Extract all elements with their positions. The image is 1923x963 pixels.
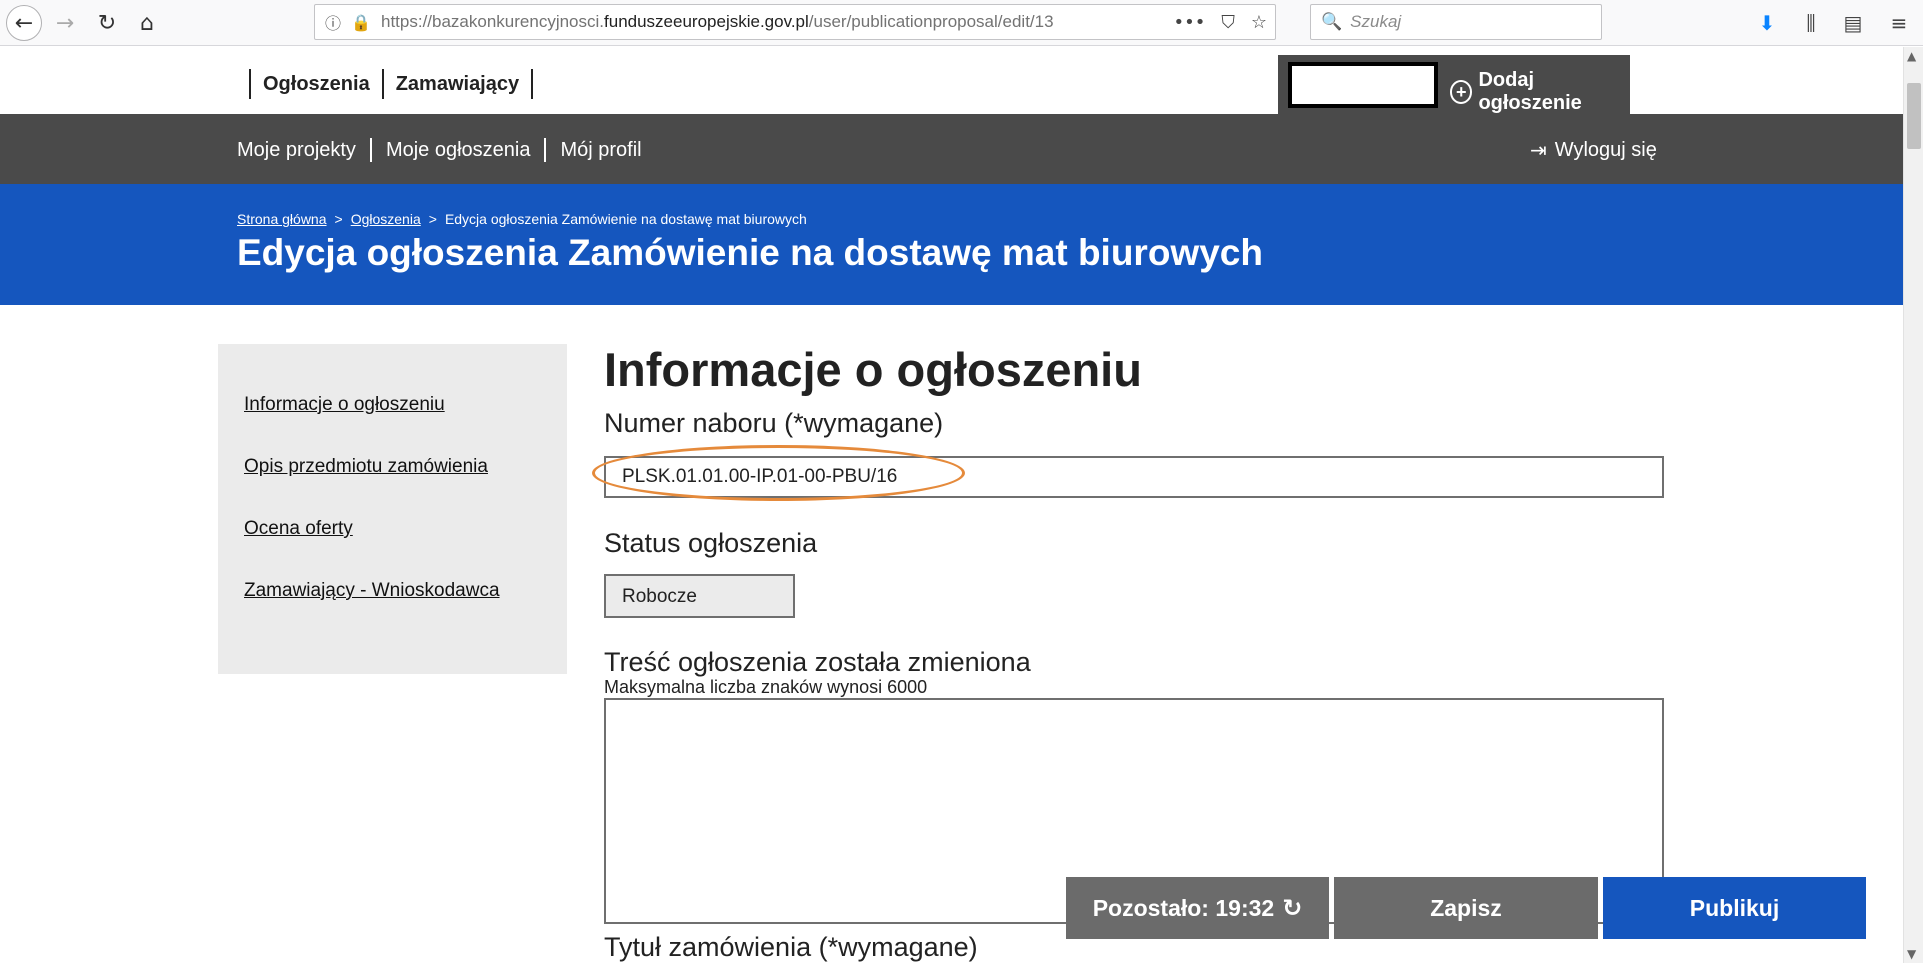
session-timer-button[interactable]: Pozostało: 19:32 ↻ xyxy=(1066,877,1329,939)
numer-naboru-input[interactable]: PLSK.01.01.00-IP.01-00-PBU/16 xyxy=(604,456,1664,498)
page-title: Edycja ogłoszenia Zamówienie na dostawę … xyxy=(237,232,1263,273)
breadcrumb-separator: > xyxy=(334,211,343,227)
breadcrumb: Strona główna > Ogłoszenia > Edycja ogło… xyxy=(237,211,807,227)
reload-icon: ↻ xyxy=(97,10,117,36)
logout-label: Wyloguj się xyxy=(1554,138,1657,161)
add-announcement-label: Dodaj ogłoszenie xyxy=(1478,69,1582,114)
add-announcement-area: + Dodaj ogłoszenie xyxy=(1278,55,1630,114)
save-button[interactable]: Zapisz xyxy=(1334,877,1598,939)
add-announcement-button[interactable]: + Dodaj ogłoszenie xyxy=(1450,69,1630,115)
menu-item-opis-przedmiotu[interactable]: Opis przedmiotu zamówienia xyxy=(244,456,488,478)
char-limit-hint: Maksymalna liczba znaków wynosi 6000 xyxy=(604,677,928,697)
star-icon[interactable]: ☆ xyxy=(1251,12,1267,33)
redacted-box xyxy=(1288,62,1438,108)
menu-item-informacje[interactable]: Informacje o ogłoszeniu xyxy=(244,394,445,416)
breadcrumb-current: Edycja ogłoszenia Zamówienie na dostawę … xyxy=(444,211,807,227)
menu-item-zamawiajacy[interactable]: Zamawiający - Wnioskodawca xyxy=(244,580,500,602)
divider xyxy=(369,138,372,162)
url-prefix: https://bazakonkurencyjnosci. xyxy=(381,12,605,31)
url-actions: ••• ⛉ ☆ xyxy=(1174,5,1268,39)
section-title: Informacje o ogłoszeniu xyxy=(604,343,1142,396)
plus-circle-icon: + xyxy=(1450,80,1473,104)
nav-link-ogloszenia[interactable]: Ogłoszenia xyxy=(263,73,370,96)
user-links: Moje projekty Moje ogłoszenia Mój profil xyxy=(237,138,642,162)
subnav-item-moj-profil[interactable]: Mój profil xyxy=(560,139,641,162)
url-path: /user/publicationproposal/edit/13 xyxy=(808,12,1054,31)
address-bar[interactable]: ⓘ 🔒 https://bazakonkurencyjnosci.fundusz… xyxy=(314,4,1276,40)
content-changed-label: Treść ogłoszenia została zmieniona xyxy=(604,647,1031,677)
arrow-left-icon: ← xyxy=(14,10,34,36)
forward-button[interactable]: → xyxy=(48,6,82,40)
top-navigation: Ogłoszenia Zamawiający + Dodaj ogłoszeni… xyxy=(0,47,1903,114)
arrow-right-icon: → xyxy=(55,10,75,36)
info-icon[interactable]: ⓘ xyxy=(325,10,351,34)
search-placeholder: Szukaj xyxy=(1350,12,1402,31)
breadcrumb-ogloszenia[interactable]: Ogłoszenia xyxy=(351,211,421,227)
library-icon[interactable]: ⫼ xyxy=(1796,8,1826,38)
browser-search-input[interactable]: 🔍 Szukaj xyxy=(1310,4,1602,40)
logout-button[interactable]: ⇥ Wyloguj się xyxy=(1530,138,1657,162)
subnav-item-moje-ogloszenia[interactable]: Moje ogłoszenia xyxy=(386,139,531,162)
breadcrumb-home[interactable]: Strona główna xyxy=(237,211,327,227)
divider xyxy=(381,69,384,99)
status-label: Status ogłoszenia xyxy=(604,528,818,558)
scroll-down-icon[interactable]: ▼ xyxy=(1907,947,1916,961)
logout-icon: ⇥ xyxy=(1530,138,1547,162)
more-icon[interactable]: ••• xyxy=(1174,12,1206,33)
home-icon: ⌂ xyxy=(140,10,154,36)
main-links: Ogłoszenia Zamawiający xyxy=(237,69,545,99)
scroll-thumb[interactable] xyxy=(1907,83,1921,149)
refresh-icon: ↻ xyxy=(1282,894,1303,922)
status-field: Robocze xyxy=(604,574,795,618)
section-menu: Informacje o ogłoszeniu Opis przedmiotu … xyxy=(218,344,567,674)
search-icon: 🔍 xyxy=(1321,12,1343,32)
page-header: Strona główna > Ogłoszenia > Edycja ogło… xyxy=(0,184,1903,305)
reload-button[interactable]: ↻ xyxy=(90,6,124,40)
page-scrollbar[interactable]: ▲ ▼ xyxy=(1903,47,1923,963)
divider xyxy=(544,138,547,162)
url-text[interactable]: https://bazakonkurencyjnosci.funduszeeur… xyxy=(381,12,1054,32)
back-button[interactable]: ← xyxy=(6,5,42,41)
session-timer-label: Pozostało: 19:32 xyxy=(1092,894,1275,921)
url-domain: funduszeeuropejskie.gov.pl xyxy=(604,12,809,31)
tytul-zamowienia-label: Tytuł zamówienia (*wymagane) xyxy=(604,932,978,962)
breadcrumb-separator: > xyxy=(428,211,437,227)
subnav-item-moje-projekty[interactable]: Moje projekty xyxy=(237,139,356,162)
hamburger-icon[interactable]: ≡ xyxy=(1884,8,1914,38)
lock-icon: 🔒 xyxy=(351,12,371,32)
pocket-icon[interactable]: ⛉ xyxy=(1221,12,1235,33)
divider xyxy=(249,69,251,99)
scroll-up-icon[interactable]: ▲ xyxy=(1907,49,1916,63)
sidebar-icon[interactable]: ▤ xyxy=(1838,8,1868,38)
user-navigation: Moje projekty Moje ogłoszenia Mój profil… xyxy=(0,114,1903,184)
menu-item-ocena-oferty[interactable]: Ocena oferty xyxy=(244,518,353,540)
publish-button[interactable]: Publikuj xyxy=(1603,877,1866,939)
download-icon[interactable]: ⬇ xyxy=(1752,8,1782,38)
nav-link-zamawiajacy[interactable]: Zamawiający xyxy=(396,73,519,96)
divider xyxy=(531,69,534,99)
numer-naboru-label: Numer naboru (*wymagane) xyxy=(604,408,944,438)
home-button[interactable]: ⌂ xyxy=(130,6,164,40)
browser-toolbar: ← → ↻ ⌂ ⓘ 🔒 https://bazakonkurencyjnosci… xyxy=(0,0,1923,46)
